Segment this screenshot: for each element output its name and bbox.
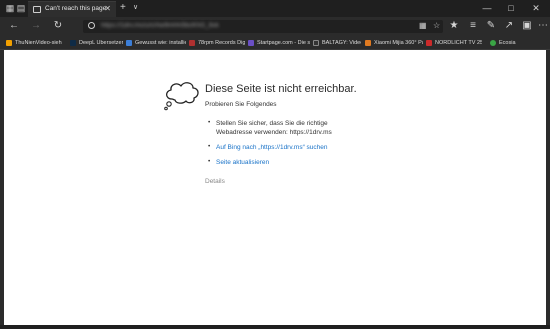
favorite-label: DeepL Übersetzer (79, 39, 124, 46)
error-subtitle: Probieren Sie Folgendes (205, 101, 277, 108)
new-tab-button[interactable]: + (120, 2, 126, 14)
close-tab-icon[interactable]: ✕ (104, 4, 111, 13)
favorite-icon (313, 39, 319, 46)
page-content: Diese Seite ist nicht erreichbar. Probie… (4, 50, 546, 325)
favorite-item[interactable]: Xiaomi Mijia 360° Pan (365, 38, 423, 47)
details-link[interactable]: Details (205, 178, 225, 185)
thought-cloud-icon (164, 82, 199, 111)
favorite-icon (189, 39, 195, 46)
error-title: Diese Seite ist nicht erreichbar. (205, 83, 357, 95)
favorite-icon (70, 39, 76, 46)
share-icon[interactable]: ↗ (503, 20, 515, 32)
suggestion-line: Stellen Sie sicher, dass Sie die richtig… (216, 120, 328, 127)
tab-active[interactable]: Can't reach this page ✕ (28, 1, 116, 18)
favorite-label: NORDLICHT TV 25.0 (435, 39, 482, 46)
reading-view-icon[interactable]: ▦ (419, 21, 427, 30)
favorite-item[interactable]: NORDLICHT TV 25.0 (426, 38, 482, 47)
page-icon (33, 6, 41, 13)
set-aside-tabs-icon[interactable]: ▦ (5, 3, 15, 13)
favorite-label: 78rpm Records Digiti (198, 39, 245, 46)
extension-icon[interactable]: ▣ (521, 20, 533, 32)
favorite-icon (6, 39, 12, 46)
favorites-hub-icon[interactable]: ★ (448, 20, 460, 32)
favorite-icon (490, 39, 496, 46)
bullet: • (208, 119, 211, 126)
suggestion-check-address: Stellen Sie sicher, dass Sie die richtig… (216, 119, 332, 137)
tab-list-button[interactable]: ∨ (133, 3, 138, 11)
bottom-edge (0, 325, 550, 329)
favorite-item[interactable]: DeepL Übersetzer (70, 38, 124, 47)
maximize-button[interactable]: □ (500, 2, 522, 14)
favorite-label: ThuNienVideo-sieh (15, 39, 62, 46)
favorite-icon (426, 39, 432, 46)
favorite-item[interactable]: Ecosia (490, 38, 530, 47)
close-window-button[interactable]: ✕ (525, 2, 547, 14)
url-text[interactable]: https://1drv.ms/u/s!Aw9mHn5bcKhG_8xk (101, 22, 219, 29)
pen-icon[interactable]: ✎ (485, 20, 497, 32)
browser-window: ▦ ▤ Can't reach this page ✕ + ∨ — □ ✕ ← … (0, 0, 550, 329)
suggestion-line: Webadresse verwenden: https://1drv.ms (216, 129, 332, 136)
refresh-page-link[interactable]: Seite aktualisieren (216, 158, 269, 167)
tab-title: Can't reach this page (45, 5, 107, 12)
more-menu-icon[interactable]: ⋯ (537, 20, 549, 32)
favorite-item[interactable]: BALTAGY: Video (313, 38, 361, 47)
address-bar[interactable]: https://1drv.ms/u/s!Aw9mHn5bcKhG_8xk ▦ ☆ (83, 20, 443, 33)
favorite-label: BALTAGY: Video (322, 39, 361, 46)
favorite-label: Ecosia (499, 39, 516, 46)
site-info-icon[interactable] (88, 22, 95, 29)
favorites-bar: ThuNienVideo-sieh DeepL Übersetzer Gewus… (0, 36, 550, 50)
search-bing-link[interactable]: Auf Bing nach „https://1drv.ms“ suchen (216, 143, 328, 152)
back-arrow-icon[interactable]: ← (8, 20, 20, 32)
navigation-bar: ← → ↻ https://1drv.ms/u/s!Aw9mHn5bcKhG_8… (0, 17, 550, 36)
favorite-item[interactable]: Startpage.com - Die s (248, 38, 310, 47)
favorite-label: Gewusst wie: installie (135, 39, 186, 46)
refresh-icon[interactable]: ↻ (52, 20, 64, 32)
favorite-item[interactable]: ThuNienVideo-sieh (6, 38, 68, 47)
tab-bar: ▦ ▤ Can't reach this page ✕ + ∨ — □ ✕ (0, 0, 550, 18)
bullet: • (208, 158, 211, 165)
favorite-star-icon[interactable]: ☆ (433, 21, 440, 30)
favorite-label: Startpage.com - Die s (257, 39, 310, 46)
favorite-item[interactable]: Gewusst wie: installie (126, 38, 186, 47)
favorite-icon (365, 39, 371, 46)
favorite-item[interactable]: 78rpm Records Digiti (189, 38, 245, 47)
favorite-icon (248, 39, 254, 46)
bullet: • (208, 143, 211, 150)
favorite-label: Xiaomi Mijia 360° Pan (374, 39, 423, 46)
tab-preview-icon[interactable]: ▤ (16, 3, 26, 13)
forward-arrow-icon[interactable]: → (30, 20, 42, 32)
favorite-icon (126, 39, 132, 46)
reading-list-icon[interactable]: ≡ (467, 20, 479, 32)
minimize-button[interactable]: — (476, 2, 498, 14)
